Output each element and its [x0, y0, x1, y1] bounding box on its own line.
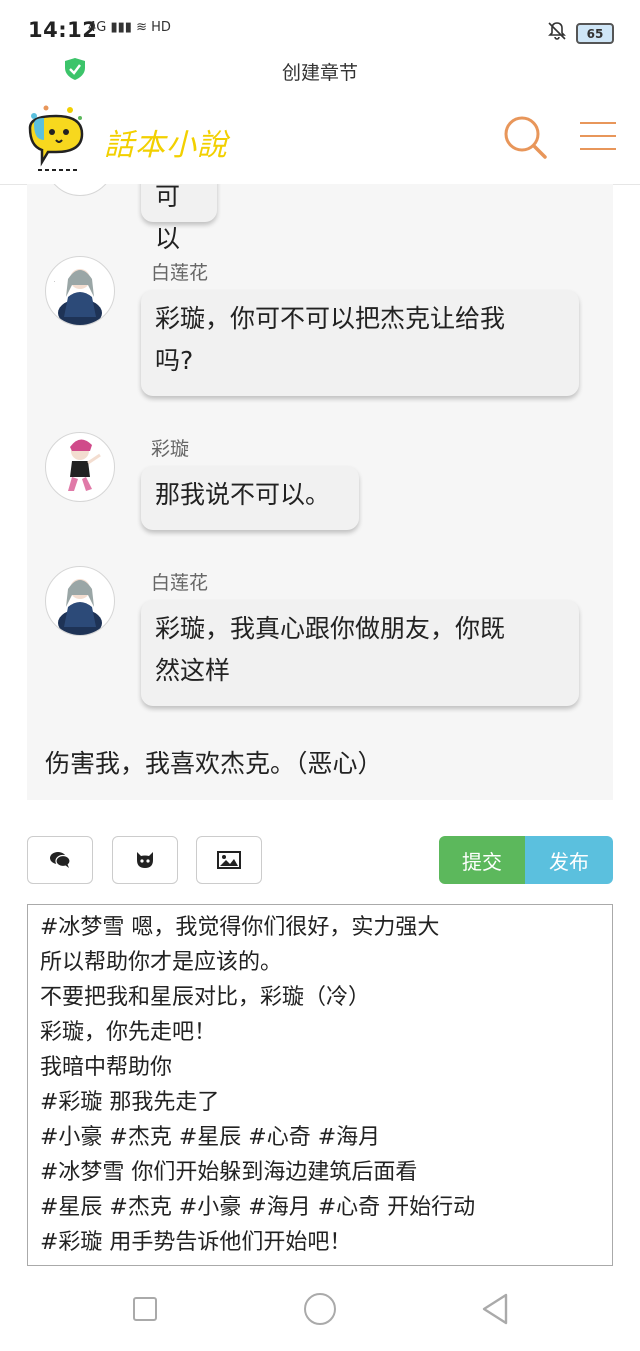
editor-line: #冰梦雪 你们开始躲到海边建筑后面看 [40, 1160, 418, 1185]
mute-bell-icon [546, 20, 568, 47]
title-bar: 创建章节 [0, 48, 640, 93]
site-header: 話本小說 [0, 92, 640, 185]
message-line: 彩璇，你可不可以把杰克让给我 [155, 304, 506, 333]
message-text: 可以 [155, 184, 181, 253]
chat-preview[interactable]: 可以 · 白莲花 彩璇，你可不可以把杰克让给我 吗? 彩璇 那我说不可以。 白莲… [27, 184, 613, 800]
editor-line: #小豪 #杰克 #星辰 #心奇 #海月 [40, 1125, 381, 1150]
message-line: 那我说不可以。 [155, 480, 331, 509]
message-bubble: 那我说不可以。 [141, 466, 359, 530]
hamburger-menu-icon[interactable] [580, 122, 616, 152]
speaker-name: 白莲花 [151, 572, 209, 594]
battery-indicator: 65 [576, 23, 614, 44]
insert-comment-button[interactable] [27, 836, 93, 884]
message-bubble: 彩璇，我真心跟你做朋友，你既 然这样 [141, 600, 579, 706]
chapter-text-editor[interactable]: #冰梦雪 嗯，我觉得你们很好，实力强大 所以帮助你才是应该的。 不要把我和星辰对… [27, 904, 613, 1266]
avatar [45, 566, 115, 636]
home-button[interactable] [304, 1293, 336, 1325]
avatar: · [45, 256, 115, 326]
logo-mascot-icon [28, 105, 84, 171]
editor-line: 我暗中帮助你 [40, 1055, 173, 1080]
search-icon[interactable] [502, 114, 548, 160]
page-title: 创建章节 [281, 62, 358, 84]
avatar [45, 432, 115, 502]
editor-line: 不要把我和星辰对比，彩璇（冷） [40, 985, 371, 1010]
message-line: 彩璇，我真心跟你做朋友，你既 [155, 614, 506, 643]
submit-button[interactable]: 提交 [439, 836, 525, 884]
message-bubble: 彩璇，你可不可以把杰克让给我 吗? [141, 290, 579, 396]
system-nav-bar [0, 1266, 640, 1351]
comment-icon [50, 852, 71, 868]
insert-character-button[interactable] [112, 836, 178, 884]
narration-text: 伤害我，我喜欢杰克。（恶心） [45, 749, 383, 778]
avatar [45, 184, 115, 196]
svg-text:·: · [54, 279, 55, 284]
image-icon [217, 851, 241, 869]
editor-line: 所以帮助你才是应该的。 [40, 950, 283, 975]
insert-image-button[interactable] [196, 836, 262, 884]
status-right: 65 [546, 20, 614, 47]
message-line: 然这样 [155, 656, 231, 685]
network-icons: 4G ▮▮▮ ≋ HD [88, 20, 171, 35]
message-bubble: 可以 [141, 184, 217, 253]
editor-line: #冰梦雪 嗯，我觉得你们很好，实力强大 [40, 915, 440, 940]
editor-line: #彩璇 用手势告诉他们开始吧！ [40, 1230, 352, 1255]
speaker-name: 彩璇 [151, 438, 190, 460]
editor-line: #星辰 #杰克 #小豪 #海月 #心奇 开始行动 [40, 1195, 476, 1220]
publish-button[interactable]: 发布 [525, 836, 613, 884]
back-button[interactable] [480, 1292, 510, 1326]
site-logo[interactable]: 話本小說 [18, 100, 228, 176]
logo-text: 話本小說 [104, 128, 228, 163]
editor-line: 彩璇，你先走吧！ [40, 1020, 217, 1045]
speaker-name: 白莲花 [151, 262, 209, 284]
message-line: 吗? [155, 346, 194, 375]
recents-button[interactable] [133, 1297, 157, 1321]
status-time: 14:12 [28, 18, 98, 42]
editor-line: #彩璇 那我先走了 [40, 1090, 220, 1115]
github-cat-icon [137, 852, 153, 868]
